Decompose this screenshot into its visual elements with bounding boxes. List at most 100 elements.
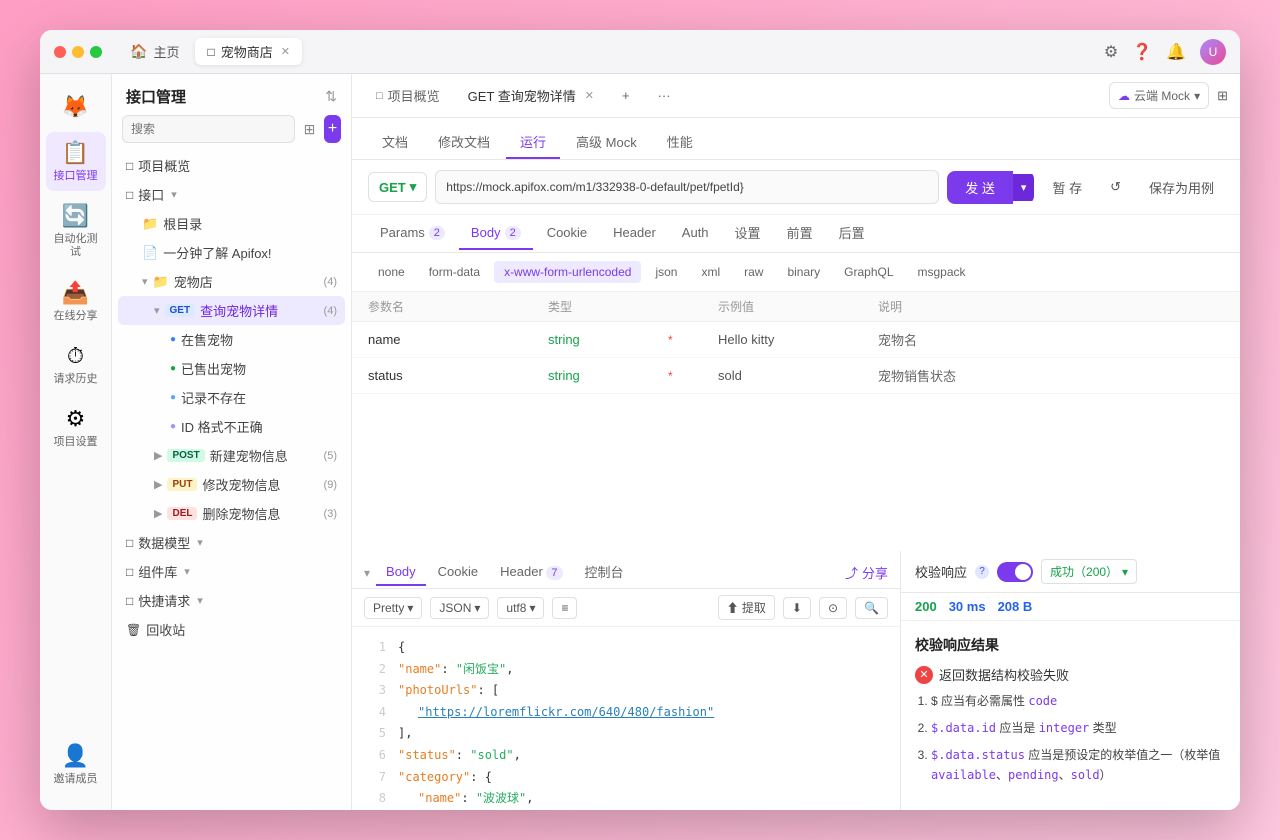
content-tab-overview[interactable]: □ 项目概览 — [364, 80, 452, 111]
param-tab-body[interactable]: Body 2 — [459, 217, 533, 250]
api-tab-run[interactable]: 运行 — [506, 126, 560, 159]
layout-icon[interactable]: ⊞ — [1217, 88, 1228, 104]
status-select[interactable]: 成功（200） ▾ — [1041, 559, 1137, 584]
api-tab-performance[interactable]: 性能 — [653, 126, 707, 159]
tree-item-api[interactable]: □ 接口 ▾ — [118, 180, 345, 209]
sidebar-item-invite[interactable]: 👤 邀请成员 — [46, 735, 106, 794]
copy-button[interactable]: ⊙ — [819, 597, 847, 619]
tree-item-pet-shop-folder[interactable]: ▾ 📁 宠物店 (4) — [118, 267, 345, 296]
quick-req-icon: □ — [126, 594, 133, 608]
url-input[interactable] — [435, 170, 939, 204]
tab-pet-shop[interactable]: □ 宠物商店 ✕ — [195, 38, 301, 65]
save-temp-button[interactable]: 暂 存 — [1042, 172, 1092, 203]
sidebar-item-auto-test[interactable]: 🔄 自动化测试 — [46, 195, 106, 267]
body-type-xml[interactable]: xml — [691, 261, 730, 283]
download-button[interactable]: ⬇ — [783, 597, 811, 619]
method-select[interactable]: GET ▾ — [368, 172, 427, 202]
tree-item-root-dir[interactable]: 📁 根目录 — [118, 209, 345, 238]
tree-item-on-sale[interactable]: ● 在售宠物 — [118, 325, 345, 354]
search-response-button[interactable]: 🔍 — [855, 597, 888, 619]
close-traffic-light[interactable] — [54, 46, 66, 58]
col-required — [668, 298, 718, 315]
extract-button[interactable]: ⬆ 提取 — [718, 595, 775, 620]
tree-item-put-pet[interactable]: ▶ PUT 修改宠物信息 (9) — [118, 470, 345, 499]
cloud-mock-button[interactable]: ☁ 云端 Mock ▾ — [1109, 82, 1209, 109]
body-type-graphql[interactable]: GraphQL — [834, 261, 903, 283]
resp-tab-header[interactable]: Header 7 — [490, 559, 572, 586]
api-tab-advanced-mock[interactable]: 高级 Mock — [562, 126, 651, 159]
sidebar-item-project-settings[interactable]: ⚙ 项目设置 — [46, 398, 106, 457]
tree-item-post-pet[interactable]: ▶ POST 新建宠物信息 (5) — [118, 441, 345, 470]
param-tab-header[interactable]: Header — [601, 217, 668, 250]
param-tab-cookie[interactable]: Cookie — [535, 217, 599, 250]
method-badge-del: DEL — [167, 507, 197, 520]
code-line-8: 8 "name": "波波球", — [366, 788, 886, 810]
api-tab-docs[interactable]: 文档 — [368, 126, 422, 159]
toggle-switch[interactable] — [997, 562, 1033, 582]
cloud-icon: ☁ — [1118, 89, 1130, 103]
method-badge-post: POST — [167, 449, 204, 462]
tab-home[interactable]: 🏠 主页 — [118, 38, 191, 65]
tree-item-del-pet[interactable]: ▶ DEL 删除宠物信息 (3) — [118, 499, 345, 528]
pretty-select[interactable]: Pretty ▾ — [364, 597, 422, 619]
param-tab-pre[interactable]: 前置 — [775, 215, 825, 252]
resp-tab-body[interactable]: Body — [376, 559, 426, 586]
param-tab-auth[interactable]: Auth — [670, 217, 721, 250]
minimize-traffic-light[interactable] — [72, 46, 84, 58]
tree-item-not-found[interactable]: ● 记录不存在 — [118, 383, 345, 412]
sidebar-item-online-share[interactable]: 📤 在线分享 — [46, 272, 106, 331]
tree-item-get-pet[interactable]: ▾ GET 查询宠物详情 (4) — [118, 296, 345, 325]
tree-item-components[interactable]: □ 组件库 ▾ — [118, 557, 345, 586]
body-type-binary[interactable]: binary — [777, 261, 830, 283]
get-tab-close-icon[interactable]: ✕ — [585, 89, 594, 102]
tree-item-data-model[interactable]: □ 数据模型 ▾ — [118, 528, 345, 557]
format-select[interactable]: JSON ▾ — [430, 597, 489, 619]
api-tab-edit-docs[interactable]: 修改文档 — [424, 126, 504, 159]
send-button[interactable]: 发 送 — [947, 171, 1013, 204]
tree-item-bad-format[interactable]: ● ID 格式不正确 — [118, 412, 345, 441]
add-button[interactable]: + — [324, 115, 341, 143]
validation-info-icon[interactable]: ? — [975, 565, 989, 579]
wrap-button[interactable]: ≡ — [552, 597, 577, 619]
filter-button[interactable]: ⊞ — [301, 115, 318, 143]
add-tab-button[interactable]: + — [610, 82, 642, 109]
body-type-none[interactable]: none — [368, 261, 415, 283]
tree-item-apifox-intro[interactable]: 📄 一分钟了解 Apifox! — [118, 238, 345, 267]
pretty-chevron: ▾ — [407, 601, 413, 615]
body-type-form-data[interactable]: form-data — [419, 261, 490, 283]
resp-tab-console[interactable]: 控制台 — [575, 557, 634, 588]
help-icon[interactable]: ❓ — [1132, 42, 1152, 62]
code-line-1: 1 { — [366, 637, 886, 659]
save-example-button[interactable]: 保存为用例 — [1139, 172, 1224, 203]
sidebar-item-request-history[interactable]: ⏱ 请求历史 — [46, 335, 106, 394]
tree-item-quick-request[interactable]: □ 快捷请求 ▾ — [118, 586, 345, 615]
content-tab-get-pet[interactable]: GET 查询宠物详情 ✕ — [456, 80, 606, 111]
user-avatar[interactable]: U — [1200, 39, 1226, 65]
param-tab-params[interactable]: Params 2 — [368, 217, 457, 250]
maximize-traffic-light[interactable] — [90, 46, 102, 58]
body-type-x-www-form-urlencoded[interactable]: x-www-form-urlencoded — [494, 261, 641, 283]
body-type-json[interactable]: json — [645, 261, 687, 283]
tab-close-icon[interactable]: ✕ — [281, 45, 290, 58]
refresh-button[interactable]: ↺ — [1100, 173, 1131, 201]
settings-icon[interactable]: ⚙ — [1104, 42, 1118, 62]
project-settings-icon: ⚙ — [66, 406, 86, 432]
body-type-raw[interactable]: raw — [734, 261, 773, 283]
tree-item-sold[interactable]: ● 已售出宠物 — [118, 354, 345, 383]
encoding-select[interactable]: utf8 ▾ — [497, 597, 544, 619]
send-dropdown-button[interactable]: ▾ — [1013, 174, 1035, 201]
resp-tab-cookie[interactable]: Cookie — [428, 559, 488, 586]
notification-icon[interactable]: 🔔 — [1166, 42, 1186, 62]
search-input[interactable] — [122, 115, 295, 143]
param-tab-settings[interactable]: 设置 — [723, 215, 773, 252]
param-tab-post[interactable]: 后置 — [827, 215, 877, 252]
tree-item-project-overview[interactable]: □ 项目概览 — [118, 151, 345, 180]
sort-icon[interactable]: ⇅ — [325, 88, 337, 105]
sidebar-item-api-manage[interactable]: 📋 接口管理 — [46, 132, 106, 191]
tree-item-recycle[interactable]: 🗑 回收站 — [118, 615, 345, 644]
col-desc: 说明 — [878, 298, 1224, 315]
more-tabs-button[interactable]: ··· — [646, 82, 683, 109]
body-type-msgpack[interactable]: msgpack — [908, 261, 976, 283]
share-button[interactable]: ⤴ 分享 — [845, 563, 888, 582]
collapse-icon[interactable]: ▾ — [364, 566, 370, 580]
